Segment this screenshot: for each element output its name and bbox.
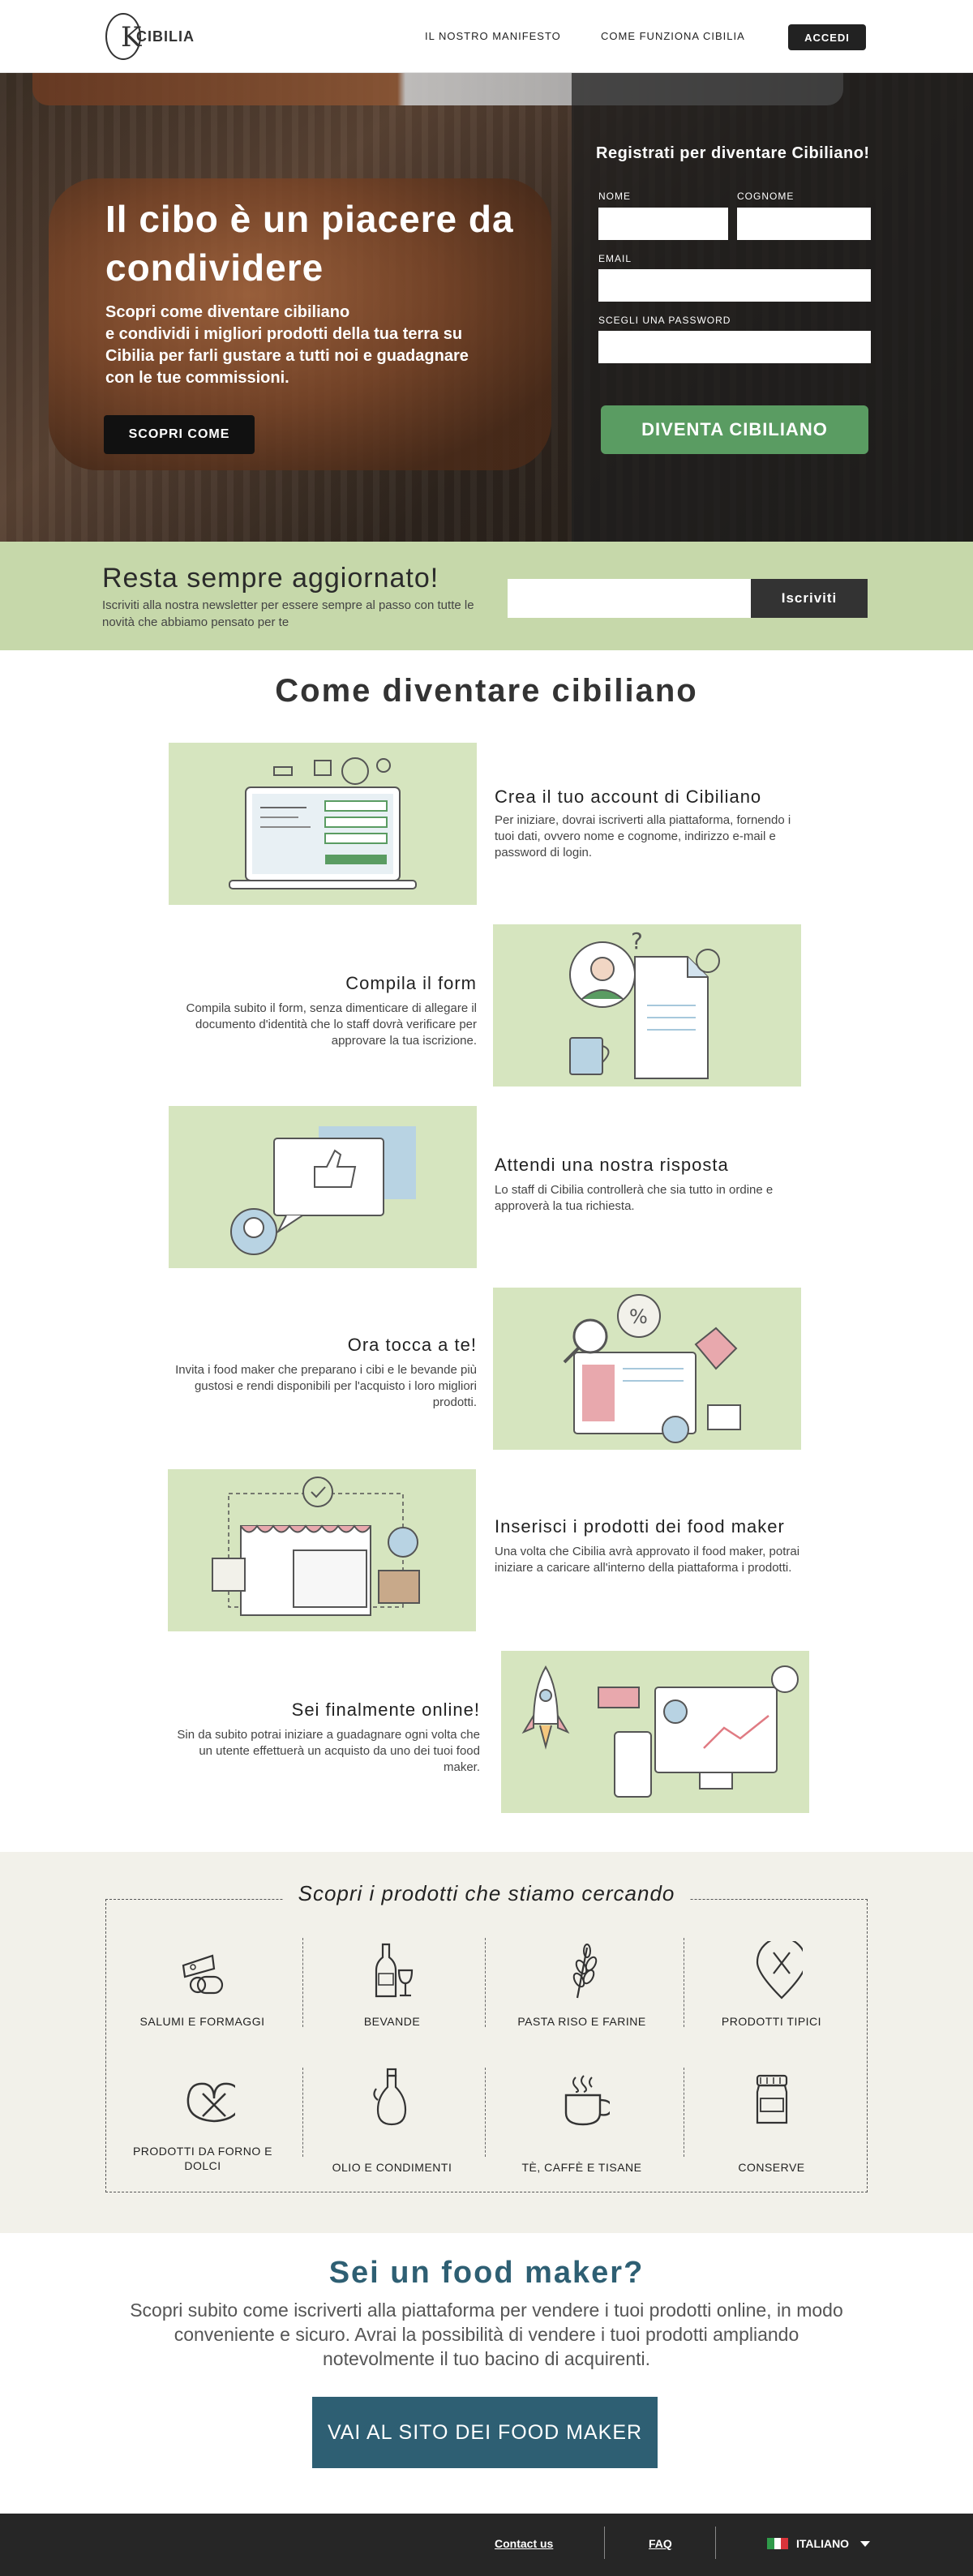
login-button[interactable]: ACCEDI — [788, 24, 866, 50]
category-bevande[interactable]: BEVANDE — [297, 1933, 487, 2055]
footer-divider — [604, 2527, 605, 2559]
category-conserve[interactable]: CONSERVE — [676, 2063, 867, 2184]
category-te-caffe-tisane[interactable]: TÈ, CAFFÈ E TISANE — [486, 2063, 677, 2184]
step-5-description: Una volta che Cibilia avrà approvato il … — [495, 1545, 800, 1575]
category-label: SALUMI E FORMAGGI — [139, 2015, 265, 2028]
discover-how-button[interactable]: SCOPRI COME — [104, 415, 255, 454]
category-pasta-riso-farine[interactable]: PASTA RISO E FARINE — [486, 1933, 677, 2055]
become-cibiliano-button[interactable]: DIVENTA CIBILIANO — [601, 405, 868, 454]
jar-icon — [756, 2074, 788, 2124]
cheese-salami-icon — [182, 1954, 224, 1995]
step-5-illustration — [168, 1469, 476, 1631]
category-prodotti-tipici[interactable]: PRODOTTI TIPICI — [676, 1933, 867, 2055]
first-name-input[interactable] — [598, 208, 728, 240]
email-input[interactable] — [598, 269, 871, 302]
chevron-down-icon — [860, 2540, 871, 2547]
svg-text:?: ? — [631, 928, 643, 954]
newsletter-title: Resta sempre aggiornato! — [102, 563, 439, 594]
food-maker-title: Sei un food maker? — [328, 2256, 645, 2290]
newsletter-description: Iscriviti alla nostra newsletter per ess… — [102, 598, 474, 629]
category-label: PRODOTTI DA FORNO E DOLCI — [132, 2145, 273, 2172]
step-2-title: Compila il form — [345, 973, 477, 993]
step-6-illustration — [501, 1651, 809, 1813]
cup-icon — [564, 2075, 610, 2126]
site-header: CIBILIA IL NOSTRO MANIFESTO COME FUNZION… — [0, 0, 973, 73]
category-label: CONSERVE — [738, 2161, 805, 2174]
hero-description-line: con le tue commissioni. — [105, 369, 289, 387]
category-label: OLIO E CONDIMENTI — [332, 2161, 452, 2174]
how-section-title: Come diventare cibiliano — [275, 673, 698, 709]
step-6-title: Sei finalmente online! — [291, 1699, 480, 1720]
site-footer: Contact us FAQ ITALIANO — [0, 2514, 973, 2576]
categories-title: Scopri i prodotti che stiamo cercando — [0, 1881, 973, 1906]
step-1-description: Per iniziare, dovrai iscriverti alla pia… — [495, 813, 791, 859]
registration-title: Registrati per diventare Cibiliano! — [596, 144, 870, 162]
svg-text:%: % — [629, 1305, 648, 1328]
document-id-icon: ? — [569, 928, 720, 1079]
location-pin-cutlery-icon — [756, 1941, 803, 2000]
last-name-label: COGNOME — [737, 191, 795, 202]
food-maker-description: Scopri subito come iscriverti alla piatt… — [130, 2300, 843, 2369]
logo-mark-icon — [105, 13, 141, 60]
step-3-title: Attendi una nostra risposta — [495, 1155, 729, 1175]
category-label: PASTA RISO E FARINE — [517, 2015, 646, 2028]
hero-title: Il cibo è un piacere da condividere — [105, 198, 514, 289]
cibilia-logo[interactable]: CIBILIA — [105, 8, 195, 65]
logo-text: CIBILIA — [136, 28, 195, 45]
step-2-illustration: ? — [493, 924, 801, 1087]
category-salumi-formaggi[interactable]: SALUMI E FORMAGGI — [107, 1933, 298, 2055]
thumbs-up-chat-icon — [230, 1126, 416, 1255]
hero-section: Il cibo è un piacere da condividere Scop… — [0, 73, 973, 542]
password-input[interactable] — [598, 331, 871, 363]
nav-manifesto-link[interactable]: IL NOSTRO MANIFESTO — [425, 30, 561, 42]
food-maker-site-button[interactable]: VAI AL SITO DEI FOOD MAKER — [312, 2397, 658, 2468]
first-name-label: NOME — [598, 191, 631, 202]
footer-divider — [715, 2527, 716, 2559]
hero-description-line: Cibilia per farli gustare a tutti noi e … — [105, 347, 469, 365]
category-prodotti-forno-dolci[interactable]: PRODOTTI DA FORNO E DOLCI — [107, 2063, 298, 2184]
shop-discount-icon: % — [563, 1294, 741, 1443]
contact-us-link[interactable]: Contact us — [495, 2537, 553, 2550]
oil-bottle-icon — [373, 2068, 407, 2126]
faq-link[interactable]: FAQ — [649, 2537, 672, 2550]
language-label: ITALIANO — [796, 2537, 850, 2550]
password-label: SCEGLI UNA PASSWORD — [598, 315, 731, 326]
step-4-title: Ora tocca a te! — [347, 1335, 477, 1355]
email-label: EMAIL — [598, 253, 632, 264]
step-2-description: Compila subito il form, senza dimenticar… — [186, 1001, 478, 1048]
subscribe-button[interactable]: Iscriviti — [751, 579, 868, 618]
bottle-glass-icon — [375, 1943, 414, 1998]
step-3-illustration — [169, 1106, 477, 1268]
last-name-input[interactable] — [737, 208, 871, 240]
hero-description: Scopri come diventare cibiliano e condiv… — [105, 302, 543, 389]
category-label: BEVANDE — [363, 2015, 421, 2028]
step-3-description: Lo staff di Cibilia controllerà che sia … — [495, 1183, 774, 1213]
step-1-title: Crea il tuo account di Cibiliano — [495, 787, 762, 807]
newsletter-section: Resta sempre aggiornato! Iscriviti alla … — [0, 542, 973, 650]
hero-description-line: Scopri come diventare cibiliano — [105, 303, 350, 321]
step-4-description: Invita i food maker che preparano i cibi… — [175, 1363, 477, 1409]
category-label: TÈ, CAFFÈ E TISANE — [521, 2161, 642, 2174]
step-4-illustration: % — [493, 1288, 801, 1450]
registration-panel: Registrati per diventare Cibiliano! NOME… — [572, 73, 973, 542]
wheat-icon — [572, 1944, 598, 1999]
step-5-title: Inserisci i prodotti dei food maker — [495, 1516, 785, 1537]
store-upload-icon — [212, 1477, 420, 1616]
newsletter-email-input[interactable] — [508, 579, 751, 618]
language-selector[interactable]: ITALIANO — [767, 2537, 871, 2550]
step-1-illustration — [169, 743, 477, 905]
nav-how-it-works-link[interactable]: COME FUNZIONA CIBILIA — [601, 30, 745, 42]
categories-title-text: Scopri i prodotti che stiamo cercando — [283, 1881, 690, 1905]
categories-section: Scopri i prodotti che stiamo cercando SA… — [0, 1852, 973, 2233]
laptop-form-icon — [229, 757, 417, 889]
hero-description-line: e condividi i migliori prodotti della tu… — [105, 325, 463, 343]
category-label: PRODOTTI TIPICI — [721, 2015, 822, 2028]
pretzel-icon — [186, 2082, 235, 2123]
step-6-description: Sin da subito potrai iniziare a guadagna… — [177, 1728, 480, 1774]
rocket-dashboard-icon — [521, 1665, 799, 1798]
category-olio-condimenti[interactable]: OLIO E CONDIMENTI — [297, 2060, 487, 2181]
italy-flag-icon — [767, 2538, 789, 2549]
